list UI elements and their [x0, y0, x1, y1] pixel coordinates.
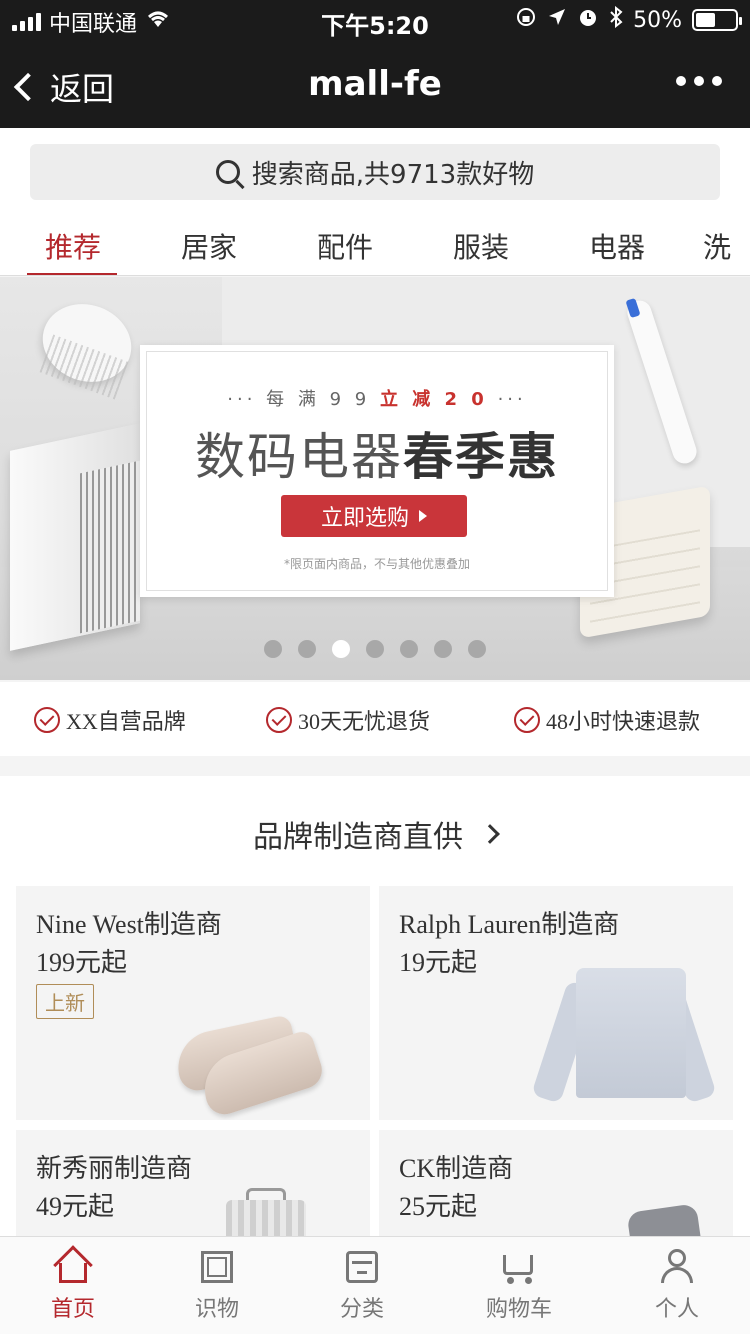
search-input[interactable]: 搜索商品,共9713款好物	[30, 144, 720, 200]
play-arrow-icon	[419, 510, 427, 522]
tab-profile[interactable]: 个人	[627, 1249, 727, 1323]
battery-icon	[692, 9, 742, 31]
search-placeholder: 搜索商品,共9713款好物	[251, 159, 535, 190]
home-icon	[53, 1245, 93, 1285]
search-icon	[215, 160, 240, 184]
alarm-icon	[577, 6, 599, 34]
tab-category[interactable]: 分类	[312, 1249, 412, 1323]
check-circle-icon	[34, 707, 60, 733]
carousel-dot[interactable]	[400, 640, 418, 658]
carousel-dot[interactable]	[468, 640, 486, 658]
brand-card[interactable]: Nine West制造商 199元起 上新	[16, 886, 370, 1120]
section-title-link[interactable]: 品牌制造商直供	[0, 812, 750, 856]
brand-card[interactable]: 新秀丽制造商 49元起	[16, 1130, 370, 1236]
chevron-right-icon	[480, 824, 500, 844]
brand-section: 品牌制造商直供 Nine West制造商 199元起 上新 Ralph Laur…	[0, 776, 750, 1236]
carousel-dot[interactable]	[434, 640, 452, 658]
rotation-lock-icon	[515, 6, 537, 34]
category-tabs: 推荐 居家 配件 服装 电器 洗	[0, 216, 750, 276]
shirt-image	[576, 968, 686, 1098]
underwear-image	[626, 1203, 702, 1236]
promo-banner[interactable]: ··· 每 满 9 9 立 减 2 0 ··· 数码电器春季惠 立即选购 *限页…	[0, 277, 750, 680]
suitcase-image	[226, 1200, 306, 1236]
top-bar: 中国联通 下午5:20 50% 返回 mall-fe	[0, 0, 750, 128]
new-badge: 上新	[36, 984, 94, 1019]
tab-home[interactable]: 居家	[159, 226, 259, 266]
status-bar: 中国联通 下午5:20 50%	[0, 0, 750, 40]
tab-clothing[interactable]: 服装	[431, 226, 531, 266]
promise-item: XX自营品牌	[34, 704, 186, 736]
tab-home-page[interactable]: 首页	[23, 1245, 123, 1323]
carousel-indicator	[0, 640, 750, 658]
check-circle-icon	[266, 707, 292, 733]
tab-discover[interactable]: 识物	[167, 1249, 267, 1323]
bottom-tab-bar: 首页 识物 分类 购物车 个人	[0, 1236, 750, 1334]
carousel-dot[interactable]	[264, 640, 282, 658]
check-circle-icon	[514, 707, 540, 733]
brand-card[interactable]: CK制造商 25元起	[379, 1130, 733, 1236]
brand-card[interactable]: Ralph Lauren制造商 19元起	[379, 886, 733, 1120]
carousel-dot[interactable]	[298, 640, 316, 658]
promo-headline: 数码电器春季惠	[195, 428, 559, 486]
user-icon	[659, 1249, 695, 1285]
promo-tagline: ··· 每 满 9 9 立 减 2 0 ···	[227, 389, 527, 410]
location-icon	[547, 7, 567, 33]
carousel-dot[interactable]	[366, 640, 384, 658]
carousel-dot[interactable]	[332, 640, 350, 658]
tab-appliances[interactable]: 电器	[567, 226, 667, 266]
promise-item: 48小时快速退款	[514, 704, 700, 736]
promise-item: 30天无忧退货	[266, 704, 430, 736]
bluetooth-icon	[609, 5, 623, 34]
tab-recommend[interactable]: 推荐	[23, 226, 123, 266]
more-button[interactable]	[676, 76, 722, 86]
shop-now-button[interactable]: 立即选购	[281, 495, 467, 537]
active-tab-indicator	[27, 273, 117, 275]
battery-percent: 50%	[633, 7, 682, 33]
page-title: mall-fe	[308, 64, 442, 104]
tab-cart[interactable]: 购物车	[469, 1249, 569, 1323]
discover-icon	[199, 1249, 235, 1285]
tab-wash[interactable]: 洗	[703, 226, 750, 266]
navigation-bar: 返回 mall-fe	[0, 40, 750, 128]
category-icon	[344, 1249, 380, 1285]
promo-card: ··· 每 满 9 9 立 减 2 0 ··· 数码电器春季惠 立即选购 *限页…	[140, 345, 614, 597]
service-promises: XX自营品牌 30天无忧退货 48小时快速退款	[0, 682, 750, 756]
tab-accessories[interactable]: 配件	[295, 226, 395, 266]
search-area: 搜索商品,共9713款好物	[0, 128, 750, 216]
cart-icon	[501, 1249, 537, 1285]
promo-footnote: *限页面内商品，不与其他优惠叠加	[283, 557, 470, 571]
